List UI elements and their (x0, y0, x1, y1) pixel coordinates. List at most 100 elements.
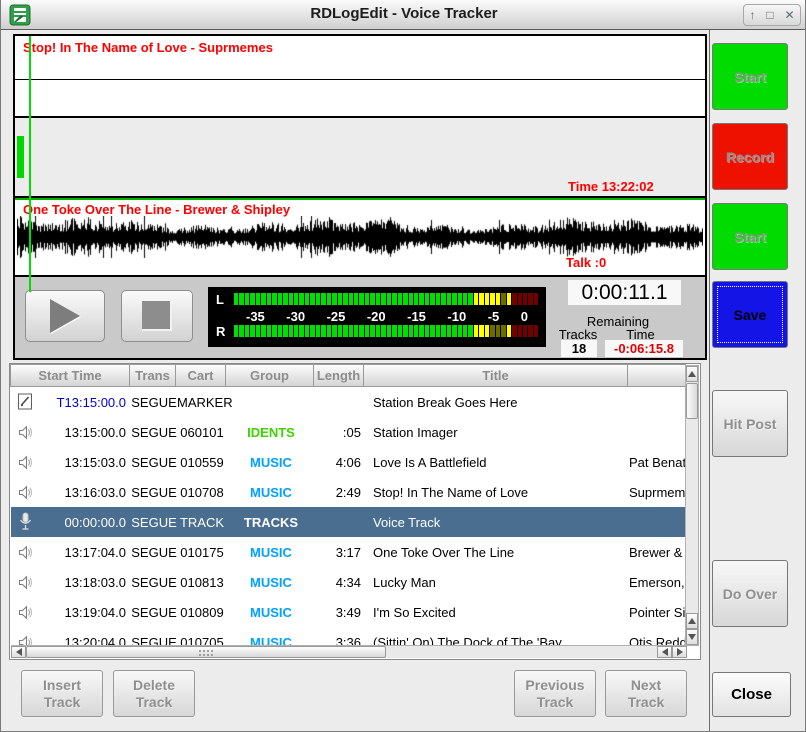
log-row[interactable]: 13:17:04.0SEGUE010175MUSIC3:17One Toke O… (11, 537, 687, 567)
log-row[interactable]: 00:00:00.0SEGUETRACKTRACKSVoice Track (11, 507, 687, 537)
scroll-right-button[interactable] (672, 646, 687, 658)
horizontal-scroll-thumb[interactable] (26, 646, 386, 658)
scroll-down-button[interactable] (686, 629, 698, 645)
column-header-cart[interactable]: Cart (176, 364, 226, 387)
cell-start-time: 13:19:04.0 (39, 605, 131, 620)
record-button[interactable]: Record (712, 123, 788, 190)
meter-segment (403, 325, 407, 337)
log-row[interactable]: T13:15:00.0SEGUEMARKERStation Break Goes… (11, 387, 687, 417)
log-row[interactable]: 13:20:04.0SEGUE010705MUSIC3:36(Sittin' O… (11, 627, 687, 646)
window-title: RDLogEdit - Voice Tracker (1, 5, 806, 22)
elapsed-time-display: 0:00:11.1 (568, 280, 681, 305)
do-over-button[interactable]: Do Over (712, 560, 788, 627)
insert-track-button[interactable]: Insert Track (21, 670, 103, 717)
cell-title: Lucky Man (365, 575, 629, 590)
cell-artist: Emerson, Lake & Palmer (629, 575, 687, 590)
meter-segment (338, 293, 342, 305)
meter-segment (441, 293, 445, 305)
meter-segment (479, 293, 483, 305)
log-row[interactable]: 13:19:04.0SEGUE010809MUSIC3:49I'm So Exc… (11, 597, 687, 627)
meter-segment (518, 325, 522, 337)
save-button[interactable]: Save (712, 281, 788, 348)
cell-cart: 010175 (177, 545, 227, 560)
vertical-scrollbar[interactable] (685, 365, 699, 646)
cell-title: One Toke Over The Line (365, 545, 629, 560)
meter-segment (523, 293, 527, 305)
wallclock-time-label: Time 13:22:02 (568, 179, 654, 194)
close-icon[interactable]: ✕ (784, 8, 794, 22)
meter-segment (387, 293, 391, 305)
scroll-left-button[interactable] (11, 646, 26, 658)
meter-segment (414, 293, 418, 305)
column-header-start-time[interactable]: Start Time (10, 364, 130, 387)
meter-segment (501, 325, 505, 337)
column-header-trans[interactable]: Trans (130, 364, 176, 387)
log-row[interactable]: 13:15:03.0SEGUE010559MUSIC4:06Love Is A … (11, 447, 687, 477)
scroll-grip (198, 649, 214, 657)
meter-segment (261, 293, 265, 305)
vertical-scroll-thumb[interactable] (686, 383, 698, 419)
meter-segment (485, 293, 489, 305)
hit-post-button[interactable]: Hit Post (712, 390, 788, 457)
meter-segment (398, 293, 402, 305)
meter-segment (278, 293, 282, 305)
meter-segment (512, 293, 516, 305)
cell-length: 3:17 (315, 545, 365, 560)
delete-track-button[interactable]: Delete Track (113, 670, 195, 717)
cell-trans: SEGUE (131, 485, 177, 500)
scroll-up-button-2[interactable] (686, 613, 698, 629)
cell-group: TRACKS (227, 515, 315, 530)
start-track3-button[interactable]: Start (712, 203, 788, 270)
meter-segment (245, 325, 249, 337)
meter-segment (321, 293, 325, 305)
meter-segment (338, 325, 342, 337)
vu-scale-tick: -15 (407, 309, 426, 324)
meter-segment (349, 293, 353, 305)
marker-icon (11, 392, 39, 412)
track3-title: One Toke Over The Line - Brewer & Shiple… (23, 202, 290, 217)
cell-start-time: T13:15:00.0 (39, 395, 131, 410)
cell-start-time: 00:00:00.0 (39, 515, 131, 530)
column-header-title[interactable]: Title (364, 364, 628, 387)
meter-segment (283, 325, 287, 337)
log-row[interactable]: 13:15:00.0SEGUE060101IDENTS:05Station Im… (11, 417, 687, 447)
maximize-icon[interactable]: □ (766, 8, 773, 22)
track3-panel: One Toke Over The Line - Brewer & Shiple… (13, 196, 707, 277)
scroll-up-button[interactable] (686, 366, 698, 382)
cell-title: Stop! In The Name of Love (365, 485, 629, 500)
transport-panel: L -35-30-25-20-15-10-50 R 0:00:11.1 Rema… (13, 275, 707, 360)
log-row[interactable]: 13:16:03.0SEGUE010708MUSIC2:49Stop! In T… (11, 477, 687, 507)
vu-scale: -35-30-25-20-15-10-50 (216, 308, 538, 324)
cell-group: MUSIC (227, 455, 315, 470)
play-button[interactable] (25, 290, 105, 342)
stop-icon (142, 301, 172, 331)
close-button[interactable]: Close (712, 672, 791, 717)
remaining-tracks-value: 18 (561, 340, 597, 357)
column-header-blank[interactable] (628, 364, 686, 387)
column-header-length[interactable]: Length (314, 364, 364, 387)
next-track-button[interactable]: Next Track (605, 670, 687, 717)
vu-scale-tick: -35 (246, 309, 265, 324)
previous-track-button[interactable]: Previous Track (514, 670, 596, 717)
column-header-group[interactable]: Group (226, 364, 314, 387)
vu-scale-tick: -25 (327, 309, 346, 324)
shade-icon[interactable]: ↑ (749, 8, 755, 22)
microphone-icon (11, 512, 39, 532)
meter-segment (452, 325, 456, 337)
scroll-left-button-2[interactable] (657, 646, 672, 658)
meter-segment (294, 293, 298, 305)
title-bar[interactable]: RDLogEdit - Voice Tracker ↑ □ ✕ (1, 0, 806, 30)
meter-segment (354, 325, 358, 337)
log-header: Start Time Trans Cart Group Length Title (10, 364, 686, 387)
stop-button[interactable] (121, 290, 193, 342)
horizontal-scrollbar[interactable] (11, 645, 687, 658)
meter-segment (447, 293, 451, 305)
meter-segment (409, 325, 413, 337)
log-row[interactable]: 13:18:03.0SEGUE010813MUSIC4:34Lucky ManE… (11, 567, 687, 597)
meter-segment (376, 293, 380, 305)
cell-start-time: 13:16:03.0 (39, 485, 131, 500)
meter-segment (425, 293, 429, 305)
cell-artist: Brewer & Shipley (629, 545, 687, 560)
meter-segment (294, 325, 298, 337)
start-track1-button[interactable]: Start (712, 43, 788, 110)
